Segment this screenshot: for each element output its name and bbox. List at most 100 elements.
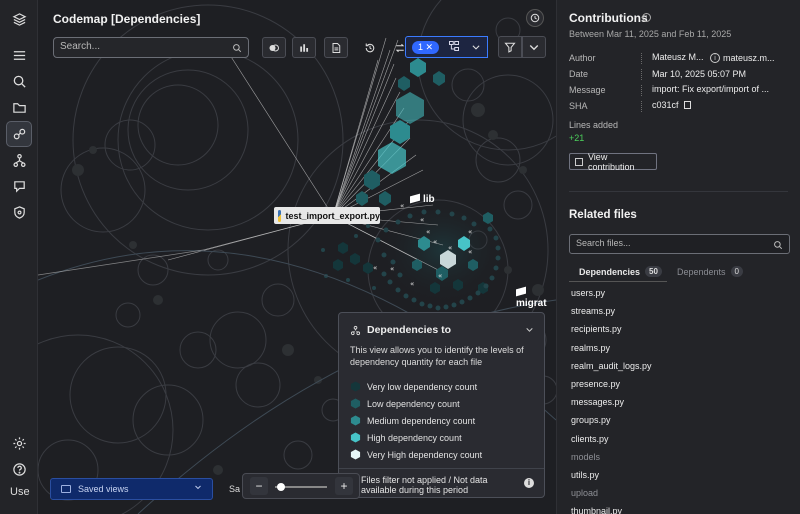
layers-logo-icon[interactable] — [6, 6, 32, 32]
file-search-input[interactable] — [576, 238, 756, 248]
divider — [641, 101, 642, 112]
sha-value: c031cf — [652, 100, 692, 110]
related-file-item[interactable]: groups.py — [571, 411, 652, 429]
folder-tag-migrat[interactable]: migrat — [516, 286, 556, 309]
search-icon[interactable] — [773, 239, 783, 253]
user-label[interactable]: Use — [10, 486, 30, 498]
zoom-in-button[interactable]: + — [335, 477, 353, 495]
external-link-icon — [575, 157, 583, 166]
hexagon-swatch-icon — [350, 381, 361, 392]
dependencies-icon — [350, 325, 361, 335]
zoom-slider-handle[interactable] — [277, 483, 285, 491]
svg-text:«: « — [390, 265, 394, 273]
related-file-item[interactable]: streams.py — [571, 302, 652, 320]
filter-dropdown-chevron-icon[interactable] — [522, 36, 546, 58]
left-rail: Use — [0, 0, 38, 514]
folder-icon[interactable] — [6, 94, 32, 120]
hexagon-swatch-icon — [350, 415, 361, 426]
divider — [641, 85, 642, 96]
svg-text:«: « — [373, 264, 377, 272]
related-file-item[interactable]: realm_audit_logs.py — [571, 357, 652, 375]
related-file-item[interactable]: realms.py — [571, 339, 652, 357]
truncated-label: Sa — [229, 484, 241, 494]
toggle-view-button[interactable] — [262, 37, 286, 58]
date-label: Date — [569, 69, 589, 79]
tag-icon[interactable] — [6, 173, 32, 199]
folder-icon — [516, 286, 526, 297]
related-file-item[interactable]: users.py — [571, 284, 652, 302]
svg-text:«: « — [448, 244, 452, 252]
search-icon[interactable] — [232, 42, 242, 56]
filter-icon[interactable] — [498, 36, 522, 58]
canvas-search[interactable] — [53, 37, 249, 58]
hexagon-swatch-icon — [350, 398, 361, 409]
codemap-canvas[interactable]: ««« ««« ««« «« Codemap [Dependencies] Se… — [38, 0, 556, 514]
svg-text:«: « — [410, 280, 414, 288]
sha-label: SHA — [569, 101, 588, 111]
selection-count-badge[interactable]: 1 ✕ — [412, 41, 440, 54]
message-label: Message — [569, 85, 606, 95]
lines-added-label: Lines added — [569, 120, 619, 130]
svg-text:«: « — [468, 228, 472, 236]
folder-group-label: upload — [571, 488, 599, 499]
menu-icon[interactable] — [6, 42, 32, 68]
view-contribution-button[interactable]: View contribution — [569, 152, 657, 172]
folder-tag-lib[interactable]: lib — [410, 193, 435, 205]
tab-dependents[interactable]: Dependents 0 — [677, 266, 743, 277]
svg-text:«: « — [468, 248, 472, 256]
saved-views-icon — [61, 485, 71, 493]
selected-file-node[interactable]: test_import_export.py — [274, 207, 380, 224]
related-files-list: users.py streams.py recipients.py realms.py… — [571, 284, 652, 514]
related-file-item[interactable]: clients.py — [571, 430, 652, 448]
copy-icon[interactable] — [684, 101, 692, 109]
related-file-item[interactable]: thumbnail.py — [571, 502, 652, 514]
contributions-panel: Contributions i Between Mar 11, 2025 and… — [556, 0, 800, 514]
legend-description: This view allows you to identify the lev… — [350, 345, 524, 367]
history-clock-icon[interactable] — [526, 9, 544, 27]
info-icon[interactable]: i — [524, 478, 534, 488]
legend-level-item: Low dependency count — [350, 395, 482, 412]
shield-icon[interactable] — [6, 199, 32, 225]
legend-title: Dependencies to — [367, 324, 452, 336]
divider — [339, 468, 544, 469]
related-file-item[interactable]: recipients.py — [571, 320, 652, 338]
message-value: import: Fix export/import of ... — [652, 84, 770, 94]
settings-gear-icon[interactable] — [6, 430, 32, 456]
count-badge: 50 — [645, 266, 662, 277]
legend-header[interactable]: Dependencies to — [350, 324, 451, 336]
hierarchy-icon[interactable] — [448, 40, 460, 55]
codemap-icon[interactable] — [6, 121, 32, 147]
chevron-down-icon — [194, 483, 202, 493]
history-reset-icon[interactable] — [358, 37, 382, 58]
author-value[interactable]: Mateusz M... — [652, 52, 704, 62]
legend-level-item: Medium dependency count — [350, 412, 482, 429]
svg-text:«: « — [426, 228, 430, 236]
related-file-item[interactable]: utils.py — [571, 466, 652, 484]
legend-level-item: High dependency count — [350, 429, 482, 446]
date-range: Between Mar 11, 2025 and Feb 11, 2025 — [569, 29, 732, 39]
bar-chart-button[interactable] — [292, 37, 316, 58]
author-handle[interactable]: mateusz.m... — [723, 53, 775, 63]
info-icon[interactable]: i — [642, 13, 651, 22]
branches-icon[interactable] — [6, 147, 32, 173]
help-icon[interactable] — [6, 456, 32, 482]
zoom-control: − + — [242, 473, 360, 499]
search-input[interactable] — [60, 41, 220, 52]
selection-dropdown-chevron-icon[interactable] — [464, 36, 488, 58]
divider — [569, 191, 788, 192]
tab-dependencies[interactable]: Dependencies 50 — [579, 266, 662, 277]
related-file-item[interactable]: messages.py — [571, 393, 652, 411]
panel-title: Contributions — [569, 11, 648, 25]
date-value: Mar 10, 2025 05:07 PM — [652, 69, 747, 79]
svg-text:«: « — [400, 202, 404, 210]
file-search[interactable] — [569, 234, 790, 254]
document-button[interactable] — [324, 37, 348, 58]
saved-views-dropdown[interactable]: Saved views — [50, 478, 213, 500]
active-tab-indicator — [569, 281, 667, 282]
hexagon-swatch-icon — [350, 432, 361, 443]
search-icon[interactable] — [6, 68, 32, 94]
legend-levels: Very low dependency count Low dependency … — [350, 378, 482, 463]
zoom-out-button[interactable]: − — [250, 477, 268, 495]
related-file-item[interactable]: presence.py — [571, 375, 652, 393]
collapse-chevron-icon[interactable] — [525, 325, 534, 337]
